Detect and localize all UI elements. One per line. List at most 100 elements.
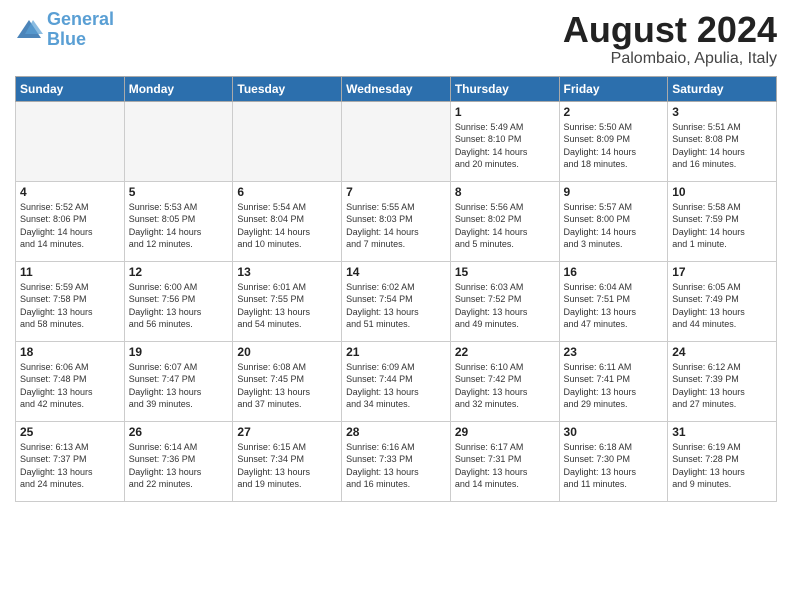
day-info: Sunrise: 6:14 AM Sunset: 7:36 PM Dayligh… (129, 441, 229, 491)
day-info: Sunrise: 6:12 AM Sunset: 7:39 PM Dayligh… (672, 361, 772, 411)
day-cell: 8 Sunrise: 5:56 AM Sunset: 8:02 PM Daylig… (450, 181, 559, 261)
day-info: Sunrise: 6:03 AM Sunset: 7:52 PM Dayligh… (455, 281, 555, 331)
day-number: 13 (237, 265, 337, 279)
day-number: 14 (346, 265, 446, 279)
day-info: Sunrise: 5:57 AM Sunset: 8:00 PM Dayligh… (564, 201, 664, 251)
day-number: 26 (129, 425, 229, 439)
header-tuesday: Tuesday (233, 76, 342, 101)
day-info: Sunrise: 6:11 AM Sunset: 7:41 PM Dayligh… (564, 361, 664, 411)
header-wednesday: Wednesday (342, 76, 451, 101)
day-info: Sunrise: 5:58 AM Sunset: 7:59 PM Dayligh… (672, 201, 772, 251)
day-info: Sunrise: 5:52 AM Sunset: 8:06 PM Dayligh… (20, 201, 120, 251)
day-cell: 14 Sunrise: 6:02 AM Sunset: 7:54 PM Dayli… (342, 261, 451, 341)
day-number: 19 (129, 345, 229, 359)
day-number: 11 (20, 265, 120, 279)
header-saturday: Saturday (668, 76, 777, 101)
day-number: 25 (20, 425, 120, 439)
day-cell: 24 Sunrise: 6:12 AM Sunset: 7:39 PM Dayli… (668, 341, 777, 421)
day-info: Sunrise: 5:59 AM Sunset: 7:58 PM Dayligh… (20, 281, 120, 331)
day-cell: 17Sunrise: 6:05 AM Sunset: 7:49 PM Dayli… (668, 261, 777, 341)
day-cell: 15 Sunrise: 6:03 AM Sunset: 7:52 PM Dayli… (450, 261, 559, 341)
day-cell: 2 Sunrise: 5:50 AM Sunset: 8:09 PM Daylig… (559, 101, 668, 181)
day-info: Sunrise: 6:06 AM Sunset: 7:48 PM Dayligh… (20, 361, 120, 411)
day-number: 22 (455, 345, 555, 359)
day-cell: 4 Sunrise: 5:52 AM Sunset: 8:06 PM Daylig… (16, 181, 125, 261)
week-row-3: 11 Sunrise: 5:59 AM Sunset: 7:58 PM Dayli… (16, 261, 777, 341)
day-info: Sunrise: 5:49 AM Sunset: 8:10 PM Dayligh… (455, 121, 555, 171)
week-row-5: 25 Sunrise: 6:13 AM Sunset: 7:37 PM Dayli… (16, 421, 777, 501)
day-cell: 13 Sunrise: 6:01 AM Sunset: 7:55 PM Dayli… (233, 261, 342, 341)
day-info: Sunrise: 5:50 AM Sunset: 8:09 PM Dayligh… (564, 121, 664, 171)
day-cell: 22 Sunrise: 6:10 AM Sunset: 7:42 PM Dayli… (450, 341, 559, 421)
logo: General Blue (15, 10, 114, 50)
day-cell: 1Sunrise: 5:49 AM Sunset: 8:10 PM Daylig… (450, 101, 559, 181)
day-cell: 27 Sunrise: 6:15 AM Sunset: 7:34 PM Dayli… (233, 421, 342, 501)
day-number: 16 (564, 265, 664, 279)
day-number: 27 (237, 425, 337, 439)
day-number: 5 (129, 185, 229, 199)
day-cell (233, 101, 342, 181)
day-info: Sunrise: 6:00 AM Sunset: 7:56 PM Dayligh… (129, 281, 229, 331)
day-info: Sunrise: 6:19 AM Sunset: 7:28 PM Dayligh… (672, 441, 772, 491)
logo-icon (15, 16, 43, 44)
day-info: Sunrise: 6:09 AM Sunset: 7:44 PM Dayligh… (346, 361, 446, 411)
day-info: Sunrise: 6:07 AM Sunset: 7:47 PM Dayligh… (129, 361, 229, 411)
day-number: 31 (672, 425, 772, 439)
logo-blue: Blue (47, 30, 114, 50)
day-number: 6 (237, 185, 337, 199)
day-cell (342, 101, 451, 181)
day-number: 10 (672, 185, 772, 199)
month-title: August 2024 (563, 10, 777, 50)
day-number: 28 (346, 425, 446, 439)
day-cell (16, 101, 125, 181)
day-cell: 31 Sunrise: 6:19 AM Sunset: 7:28 PM Dayli… (668, 421, 777, 501)
day-info: Sunrise: 6:08 AM Sunset: 7:45 PM Dayligh… (237, 361, 337, 411)
day-info: Sunrise: 5:55 AM Sunset: 8:03 PM Dayligh… (346, 201, 446, 251)
day-cell: 5 Sunrise: 5:53 AM Sunset: 8:05 PM Daylig… (124, 181, 233, 261)
location-subtitle: Palombaio, Apulia, Italy (563, 50, 777, 68)
day-number: 2 (564, 105, 664, 119)
day-number: 21 (346, 345, 446, 359)
header-monday: Monday (124, 76, 233, 101)
day-cell: 7 Sunrise: 5:55 AM Sunset: 8:03 PM Daylig… (342, 181, 451, 261)
day-cell: 11 Sunrise: 5:59 AM Sunset: 7:58 PM Dayli… (16, 261, 125, 341)
day-number: 3 (672, 105, 772, 119)
day-cell: 12 Sunrise: 6:00 AM Sunset: 7:56 PM Dayli… (124, 261, 233, 341)
day-number: 7 (346, 185, 446, 199)
day-cell: 20Sunrise: 6:08 AM Sunset: 7:45 PM Dayli… (233, 341, 342, 421)
day-info: Sunrise: 5:54 AM Sunset: 8:04 PM Dayligh… (237, 201, 337, 251)
day-cell: 16 Sunrise: 6:04 AM Sunset: 7:51 PM Dayli… (559, 261, 668, 341)
day-cell: 3 Sunrise: 5:51 AM Sunset: 8:08 PM Daylig… (668, 101, 777, 181)
day-number: 18 (20, 345, 120, 359)
day-info: Sunrise: 6:10 AM Sunset: 7:42 PM Dayligh… (455, 361, 555, 411)
day-number: 12 (129, 265, 229, 279)
day-number: 23 (564, 345, 664, 359)
day-info: Sunrise: 6:04 AM Sunset: 7:51 PM Dayligh… (564, 281, 664, 331)
day-number: 15 (455, 265, 555, 279)
day-number: 30 (564, 425, 664, 439)
day-number: 24 (672, 345, 772, 359)
day-info: Sunrise: 6:15 AM Sunset: 7:34 PM Dayligh… (237, 441, 337, 491)
day-info: Sunrise: 6:18 AM Sunset: 7:30 PM Dayligh… (564, 441, 664, 491)
header-friday: Friday (559, 76, 668, 101)
day-cell: 18 Sunrise: 6:06 AM Sunset: 7:48 PM Dayli… (16, 341, 125, 421)
day-cell: 26 Sunrise: 6:14 AM Sunset: 7:36 PM Dayli… (124, 421, 233, 501)
calendar-page: General Blue August 2024 Palombaio, Apul… (0, 0, 792, 612)
day-cell: 19 Sunrise: 6:07 AM Sunset: 7:47 PM Dayli… (124, 341, 233, 421)
calendar-table: SundayMondayTuesdayWednesdayThursdayFrid… (15, 76, 777, 502)
day-info: Sunrise: 5:56 AM Sunset: 8:02 PM Dayligh… (455, 201, 555, 251)
day-info: Sunrise: 5:53 AM Sunset: 8:05 PM Dayligh… (129, 201, 229, 251)
logo-general: General (47, 10, 114, 30)
title-block: August 2024 Palombaio, Apulia, Italy (563, 10, 777, 68)
day-cell: 6 Sunrise: 5:54 AM Sunset: 8:04 PM Daylig… (233, 181, 342, 261)
header: General Blue August 2024 Palombaio, Apul… (15, 10, 777, 68)
day-number: 9 (564, 185, 664, 199)
day-info: Sunrise: 6:01 AM Sunset: 7:55 PM Dayligh… (237, 281, 337, 331)
day-info: Sunrise: 6:05 AM Sunset: 7:49 PM Dayligh… (672, 281, 772, 331)
day-info: Sunrise: 6:02 AM Sunset: 7:54 PM Dayligh… (346, 281, 446, 331)
day-number: 4 (20, 185, 120, 199)
day-info: Sunrise: 5:51 AM Sunset: 8:08 PM Dayligh… (672, 121, 772, 171)
day-info: Sunrise: 6:13 AM Sunset: 7:37 PM Dayligh… (20, 441, 120, 491)
day-number: 8 (455, 185, 555, 199)
day-cell: 21 Sunrise: 6:09 AM Sunset: 7:44 PM Dayli… (342, 341, 451, 421)
